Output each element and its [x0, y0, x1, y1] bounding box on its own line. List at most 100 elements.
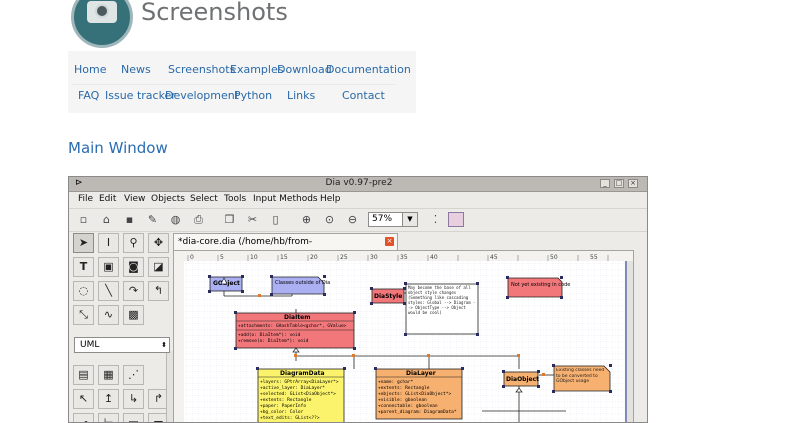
nav-link-download[interactable]: Download — [277, 63, 332, 76]
ruler-label: 0 — [190, 254, 194, 261]
uml-dependency-icon[interactable]: ↖ — [73, 389, 94, 409]
close-tab-icon[interactable]: × — [385, 237, 394, 246]
nav-link-contact[interactable]: Contact — [342, 89, 385, 102]
colors-icon[interactable] — [448, 212, 464, 227]
class-diaitem-operation: +add(o: DiaItem*): void — [238, 332, 301, 338]
diagram-svg: 0 5 10 15 20 25 30 35 40 45 50 55 Classe… — [174, 251, 634, 423]
nav-link-development[interactable]: Development — [165, 89, 239, 102]
class-dialayer-name: DiaLayer — [406, 370, 436, 377]
minimize-icon[interactable]: _ — [600, 179, 610, 188]
box-tool-icon[interactable]: ▣ — [98, 257, 119, 277]
arc-tool-icon[interactable]: ↷ — [123, 281, 144, 301]
class-dialayer-attribute: +objects: GList<DiaObject*> — [378, 391, 451, 397]
menu-view[interactable]: View — [124, 194, 145, 204]
nav-link-faq[interactable]: FAQ — [78, 89, 99, 102]
section-title: Main Window — [68, 139, 168, 157]
uml-class-icon[interactable]: ▤ — [73, 365, 94, 385]
menu-select[interactable]: Select — [190, 194, 218, 204]
uml-realizes-icon[interactable]: ↥ — [98, 389, 119, 409]
chevron-updown-icon: ⬍ — [161, 341, 167, 349]
vertical-ruler — [174, 251, 184, 422]
class-diagramdata-attribute: +selected: GList<DiaObject*> — [260, 391, 336, 397]
line-tool-icon[interactable]: ╲ — [98, 281, 119, 301]
ruler-label: 20 — [310, 254, 318, 261]
class-diaitem-attribute: +attachments: GHashTable<gchar*, GValue> — [238, 323, 347, 329]
menu-edit[interactable]: Edit — [99, 194, 116, 204]
dia-window-screenshot: ⊳ Dia v0.97-pre2 _ □ × File Edit View Ob… — [68, 176, 648, 423]
new-icon[interactable]: ▫ — [75, 212, 92, 228]
cut-icon[interactable]: ✂ — [244, 212, 261, 228]
uml-note-icon[interactable]: ⋰ — [123, 365, 144, 385]
bezierline-tool-icon[interactable]: ∿ — [98, 305, 119, 325]
text-cursor-tool-icon[interactable]: I — [98, 233, 119, 253]
class-diagramdata-attribute: +layers: GPtrArray<DiaLayer*> — [260, 379, 339, 385]
class-diaitem-name: DiaItem — [284, 314, 311, 321]
window-title: Dia v0.97-pre2 — [325, 178, 393, 188]
menu-tools[interactable]: Tools — [224, 194, 246, 204]
ruler-label: 45 — [490, 254, 498, 261]
zoom-select[interactable]: 57% ▼ — [368, 212, 418, 227]
nav-link-screenshots[interactable]: Screenshots — [168, 63, 235, 76]
class-diaobject-name: DiaObject — [506, 376, 539, 383]
nav-link-news[interactable]: News — [121, 63, 151, 76]
export-icon[interactable]: ◍ — [167, 212, 184, 228]
snap-to-grid-icon[interactable]: ⁚ — [427, 212, 444, 228]
text-tool-icon[interactable]: T — [73, 257, 94, 277]
uml-small-package-icon[interactable]: ▭ — [123, 413, 144, 422]
menu-objects[interactable]: Objects — [151, 194, 185, 204]
zoom-fit-icon[interactable]: ⊙ — [321, 212, 338, 228]
open-icon[interactable]: ⌂ — [98, 212, 115, 228]
print-icon[interactable]: ⎙ — [190, 212, 207, 228]
menu-input-methods[interactable]: Input Methods — [253, 194, 318, 204]
menu-help[interactable]: Help — [320, 194, 341, 204]
uml-template-icon[interactable]: ▦ — [98, 365, 119, 385]
nav-link-examples[interactable]: Examples — [230, 63, 283, 76]
canvas-scrollbar[interactable] — [627, 261, 634, 423]
ellipse-tool-icon[interactable]: ◙ — [123, 257, 144, 277]
maximize-icon[interactable]: □ — [614, 179, 624, 188]
camera-lens-icon — [95, 4, 109, 18]
menu-file[interactable]: File — [78, 194, 93, 204]
toolbox: ➤ I ⚲ ✥ T ▣ ◙ ◪ ◌ ╲ ↷ ↰ ⤡ ∿ ▩ ▤ ▦ ⋰ ↖ ↥ … — [71, 233, 175, 422]
class-dialayer-attribute: +name: gchar* — [378, 379, 414, 385]
note-style-changes-text: May become the base of all object style … — [408, 285, 476, 315]
diagram-canvas[interactable]: 0 5 10 15 20 25 30 35 40 45 50 55 Classe… — [173, 250, 634, 423]
scroll-tool-icon[interactable]: ✥ — [148, 233, 169, 253]
sheet-select[interactable]: UML ⬍ — [74, 337, 170, 353]
class-diaitem-operation: +remove(o: DiaItem*): void — [238, 338, 309, 344]
image-tool-icon[interactable]: ▩ — [123, 305, 144, 325]
note-not-existing-text: Not yet existing in code — [511, 282, 570, 288]
beziergon-tool-icon[interactable]: ◌ — [73, 281, 94, 301]
class-diagramdata-attribute: +active_layer: DiaLayer* — [260, 385, 325, 391]
nav-link-python[interactable]: Python — [234, 89, 272, 102]
save-icon[interactable]: ▪ — [121, 212, 138, 228]
save-as-icon[interactable]: ✎ — [144, 212, 161, 228]
zoom-in-icon[interactable]: ⊕ — [298, 212, 315, 228]
chevron-down-icon: ▼ — [402, 213, 417, 226]
polygon-tool-icon[interactable]: ◪ — [148, 257, 169, 277]
sheet-value: UML — [80, 340, 100, 350]
polyline-tool-icon[interactable]: ⤡ — [73, 305, 94, 325]
pointer-tool-icon[interactable]: ➤ — [73, 233, 94, 253]
class-diagramdata-attribute: +extents: Rectangle — [260, 397, 312, 403]
menubar: File Edit View Objects Select Tools Inpu… — [69, 192, 647, 207]
nav-link-links[interactable]: Links — [287, 89, 315, 102]
uml-generalization-icon[interactable]: ↳ — [123, 389, 144, 409]
zoom-out-icon[interactable]: ⊖ — [344, 212, 361, 228]
ruler-label: 50 — [550, 254, 558, 261]
nav-link-documentation[interactable]: Documentation — [326, 63, 411, 76]
copy-icon[interactable]: ❐ — [221, 212, 238, 228]
document-tab[interactable]: *dia-core.dia (/home/hb/from-svn/dia/sam… — [173, 233, 398, 263]
close-icon[interactable]: × — [628, 179, 638, 188]
nav-link-home[interactable]: Home — [74, 63, 106, 76]
class-dialayer-attribute: +visible: gboolean — [378, 397, 427, 403]
uml-implements-icon[interactable]: ⊸ — [73, 413, 94, 422]
magnify-tool-icon[interactable]: ⚲ — [123, 233, 144, 253]
class-diagramdata-attribute: +text_edits: GList<??> — [260, 415, 320, 421]
uml-constraint-icon[interactable]: ⊢ — [98, 413, 119, 422]
window-titlebar: ⊳ Dia v0.97-pre2 _ □ × — [69, 177, 647, 192]
site-logo — [71, 0, 133, 48]
ruler-label: 35 — [400, 254, 408, 261]
zigzag-tool-icon[interactable]: ↰ — [148, 281, 169, 301]
paste-icon[interactable]: ▯ — [267, 212, 284, 228]
